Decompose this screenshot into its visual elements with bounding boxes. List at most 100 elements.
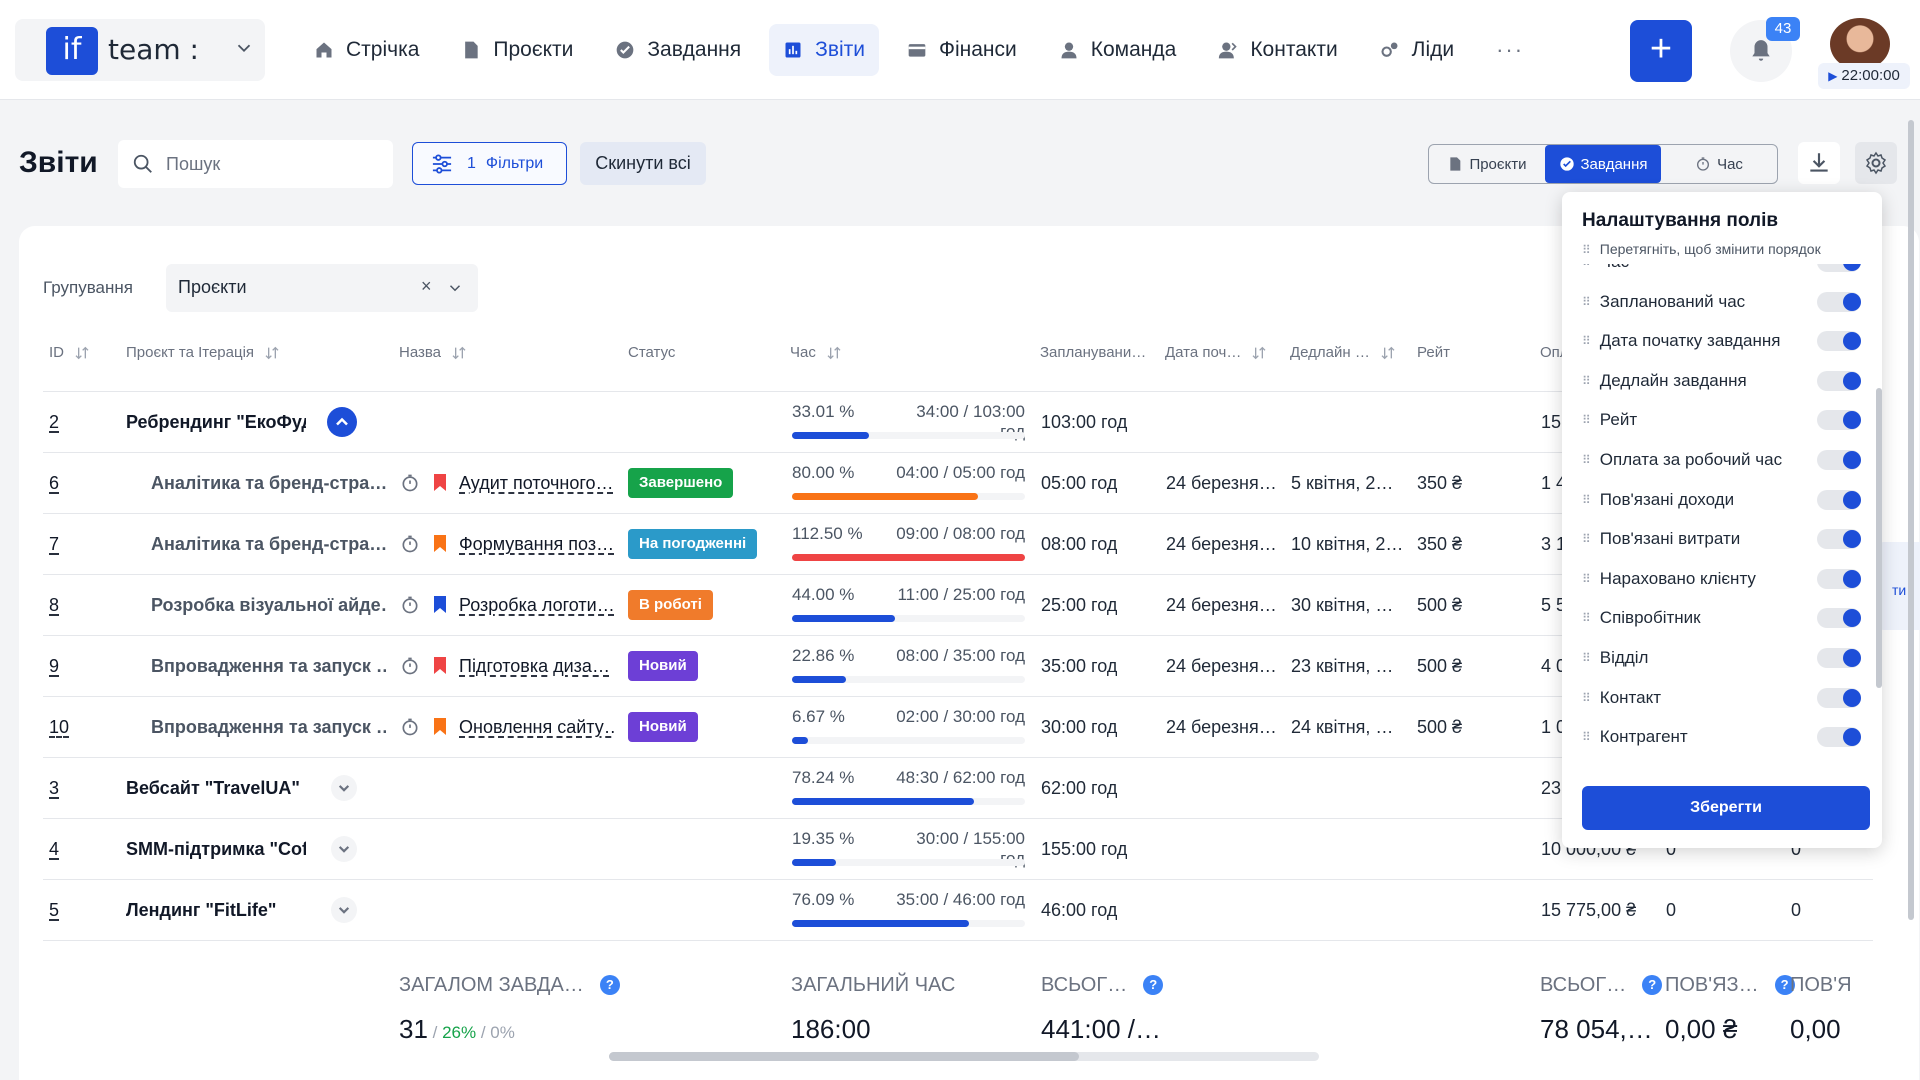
nav-item-feed[interactable]: Стрічка: [300, 24, 433, 76]
col-project[interactable]: Проєкт та Ітерація: [126, 344, 280, 361]
nav-item-finance[interactable]: Фінанси: [893, 24, 1031, 76]
field-toggle[interactable]: [1817, 687, 1861, 708]
col-start[interactable]: Дата поч…: [1165, 344, 1267, 361]
field-toggle[interactable]: [1817, 331, 1861, 352]
col-id[interactable]: ID: [49, 344, 90, 361]
drag-handle-icon[interactable]: ⠿: [1582, 572, 1591, 586]
col-time[interactable]: Час: [790, 344, 842, 361]
timer-toggle[interactable]: [400, 514, 420, 574]
row-id[interactable]: 8: [49, 575, 59, 635]
status-badge[interactable]: Завершено: [628, 468, 734, 498]
drag-handle-icon[interactable]: ⠿: [1582, 374, 1591, 388]
field-setting-item[interactable]: ⠿ Контрагент: [1582, 717, 1862, 754]
drag-handle-icon[interactable]: ⠿: [1582, 691, 1591, 705]
drag-handle-icon[interactable]: ⠿: [1582, 453, 1591, 467]
timer-toggle[interactable]: [400, 575, 420, 635]
clear-icon[interactable]: ×: [421, 276, 432, 297]
field-setting-item[interactable]: ⠿ Співробітник: [1582, 598, 1862, 638]
field-toggle[interactable]: [1817, 529, 1861, 550]
search-input[interactable]: [166, 150, 376, 178]
settings-button[interactable]: [1855, 142, 1897, 184]
field-toggle[interactable]: [1817, 608, 1861, 629]
nav-item-team[interactable]: Команда: [1045, 24, 1191, 76]
stopwatch-icon[interactable]: [400, 534, 420, 554]
drag-handle-icon[interactable]: ⠿: [1582, 532, 1591, 546]
nav-item-contacts[interactable]: Контакти: [1204, 24, 1351, 76]
download-button[interactable]: [1798, 142, 1840, 184]
expand-button[interactable]: [331, 775, 357, 801]
row-id[interactable]: 2: [49, 392, 59, 452]
field-toggle[interactable]: [1817, 727, 1861, 748]
field-setting-item[interactable]: ⠿ Час: [1582, 264, 1862, 282]
drag-handle-icon[interactable]: ⠿: [1582, 651, 1591, 665]
nav-more-button[interactable]: ···: [1482, 24, 1538, 76]
collapse-button[interactable]: [327, 407, 357, 437]
field-toggle[interactable]: [1817, 291, 1861, 312]
col-deadline[interactable]: Дедлайн …: [1290, 344, 1396, 361]
panel-scrollbar[interactable]: [1876, 270, 1882, 760]
drag-handle-icon[interactable]: ⠿: [1582, 413, 1591, 427]
help-icon[interactable]: ?: [599, 975, 620, 995]
field-toggle[interactable]: [1817, 264, 1861, 272]
field-setting-item[interactable]: ⠿ Контакт: [1582, 678, 1862, 718]
search-box[interactable]: [118, 140, 393, 188]
scrollbar-thumb[interactable]: [609, 1052, 1079, 1061]
row-id[interactable]: 10: [49, 697, 69, 757]
field-setting-item[interactable]: ⠿ Дедлайн завдання: [1582, 361, 1862, 401]
drag-handle-icon[interactable]: ⠿: [1582, 334, 1591, 348]
row-id[interactable]: 5: [49, 880, 59, 940]
scrollbar-thumb[interactable]: [1876, 388, 1882, 688]
timer-toggle[interactable]: [400, 636, 420, 696]
field-setting-item[interactable]: ⠿ Запланований час: [1582, 282, 1862, 322]
status-badge[interactable]: Новий: [628, 651, 698, 681]
status-badge[interactable]: В роботі: [628, 590, 713, 620]
field-setting-item[interactable]: ⠿ Пов'язані доходи: [1582, 480, 1862, 520]
field-toggle[interactable]: [1817, 568, 1861, 589]
expand-button[interactable]: [331, 897, 357, 923]
drag-handle-icon[interactable]: ⠿: [1582, 264, 1591, 269]
reset-filters-button[interactable]: Скинути всі: [580, 142, 706, 185]
help-icon[interactable]: ?: [1143, 975, 1164, 995]
timer-toggle[interactable]: [400, 697, 420, 757]
group-row[interactable]: 5 Лендинг "FitLife" 76.09 % 35:00 / 46:00 …: [43, 880, 1873, 940]
stopwatch-icon[interactable]: [400, 595, 420, 615]
expand-button[interactable]: [331, 836, 357, 862]
task-name[interactable]: Оновлення сайту…: [459, 697, 614, 757]
drag-handle-icon[interactable]: ⠿: [1582, 611, 1591, 625]
field-toggle[interactable]: [1817, 410, 1861, 431]
team-selector[interactable]: if team :: [15, 19, 265, 81]
stopwatch-icon[interactable]: [400, 656, 420, 676]
field-toggle[interactable]: [1817, 450, 1861, 470]
field-setting-item[interactable]: ⠿ Дата початку завдання: [1582, 321, 1862, 361]
col-name[interactable]: Назва: [399, 344, 467, 361]
timer-toggle[interactable]: [400, 453, 420, 513]
drag-handle-icon[interactable]: ⠿: [1582, 730, 1591, 744]
mode-projects-button[interactable]: Проєкти: [1429, 145, 1545, 183]
status-badge[interactable]: На погодженні: [628, 529, 758, 559]
drag-handle-icon[interactable]: ⠿: [1582, 493, 1591, 507]
filters-button[interactable]: 1 Фільтри: [412, 142, 567, 185]
field-setting-item[interactable]: ⠿ Рейт: [1582, 400, 1862, 440]
grouping-select[interactable]: Проєкти ×: [166, 264, 478, 312]
timer-display[interactable]: ▶ 22:00:00: [1818, 63, 1910, 89]
nav-item-tasks[interactable]: Завдання: [601, 24, 755, 76]
help-icon[interactable]: ?: [1642, 975, 1663, 995]
drag-handle-icon[interactable]: ⠿: [1582, 295, 1591, 309]
field-setting-item[interactable]: ⠿ Пов'язані витрати: [1582, 519, 1862, 559]
field-setting-item[interactable]: ⠿ Нараховано клієнту: [1582, 559, 1862, 599]
field-toggle[interactable]: [1817, 489, 1861, 510]
scrollbar-thumb[interactable]: [1908, 120, 1914, 920]
row-id[interactable]: 6: [49, 453, 59, 513]
nav-item-leads[interactable]: Ліди: [1366, 24, 1468, 76]
page-scrollbar[interactable]: [1908, 100, 1916, 920]
row-id[interactable]: 9: [49, 636, 59, 696]
mode-time-button[interactable]: Час: [1661, 145, 1777, 183]
mode-tasks-button[interactable]: Завдання: [1545, 145, 1661, 183]
field-setting-item[interactable]: ⠿ Відділ: [1582, 638, 1862, 678]
save-button[interactable]: Зберегти: [1582, 786, 1870, 830]
status-badge[interactable]: Новий: [628, 712, 698, 742]
task-name[interactable]: Розробка логоти…: [459, 575, 614, 635]
task-name[interactable]: Підготовка диза…: [459, 636, 614, 696]
task-name[interactable]: Формування поз…: [459, 514, 614, 574]
stopwatch-icon[interactable]: [400, 717, 420, 737]
